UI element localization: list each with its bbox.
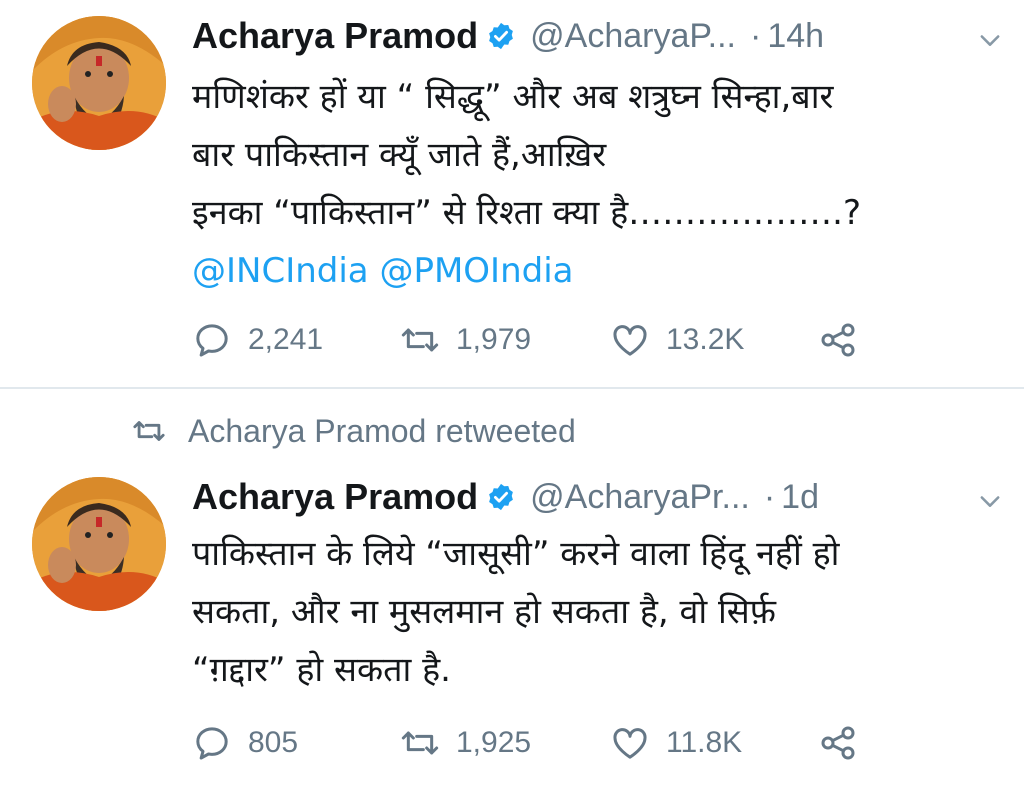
like-button[interactable]: 11.8K <box>610 721 742 765</box>
retweet-count: 1,925 <box>456 726 532 759</box>
verified-badge-icon <box>489 483 513 511</box>
chevron-down-icon[interactable] <box>976 487 1004 515</box>
tweet-actions: 2,241 1,979 13.2K <box>192 318 892 362</box>
reply-button[interactable]: 805 <box>192 721 298 765</box>
author-name[interactable]: Acharya Pramod <box>192 15 478 57</box>
mention-links[interactable]: @INCIndia @PMOIndia <box>192 242 992 300</box>
retweet-icon <box>401 328 439 352</box>
timestamp[interactable]: 1d <box>781 478 819 517</box>
heart-icon <box>613 325 647 356</box>
reply-button[interactable]: 2,241 <box>192 318 323 362</box>
share-icon <box>821 323 855 357</box>
like-count: 13.2K <box>666 323 745 356</box>
like-button[interactable]: 13.2K <box>610 318 744 362</box>
separator-dot: · <box>750 16 762 55</box>
retweet-count: 1,979 <box>456 323 532 356</box>
share-icon <box>821 726 855 760</box>
retweeted-by-label: Acharya Pramod retweeted <box>188 412 576 449</box>
retweet-icon <box>133 421 165 441</box>
tweet-text-line: पाकिस्तान के लिये “जासूसी” करने वाला हिं… <box>192 534 840 574</box>
avatar-image <box>32 16 166 150</box>
tweet-header: Acharya Pramod @AcharyaP... · 14h <box>192 14 1004 58</box>
tweet-text-line: बार पाकिस्तान क्यूँ जाते हैं,आख़िर <box>192 135 607 175</box>
tweet[interactable]: Acharya Pramod @AcharyaP... · 14h मणिशंक… <box>0 0 1024 388</box>
chevron-down-icon[interactable] <box>976 26 1004 54</box>
like-count: 11.8K <box>666 726 743 759</box>
tweet-text: मणिशंकर हों या “ सिद्धू” और अब शत्रुघ्न … <box>192 68 992 300</box>
tweet-text-line: सकता, और ना मुसलमान हो सकता है, वो सिर्फ… <box>192 592 777 632</box>
retweet-icon <box>401 731 439 755</box>
reply-count: 805 <box>248 726 299 759</box>
tweet-text: पाकिस्तान के लिये “जासूसी” करने वाला हिं… <box>192 525 992 699</box>
tweet-text-line: मणिशंकर हों या “ सिद्धू” और अब शत्रुघ्न … <box>192 77 834 117</box>
separator-dot: · <box>763 477 776 516</box>
share-button[interactable] <box>818 318 874 362</box>
reply-icon <box>196 727 228 760</box>
author-handle[interactable]: @AcharyaPr... <box>530 478 750 517</box>
timestamp[interactable]: 14h <box>767 17 824 56</box>
author-name[interactable]: Acharya Pramod <box>192 476 478 518</box>
retweet-button[interactable]: 1,925 <box>400 721 531 765</box>
retweet-context[interactable]: Acharya Pramod retweeted <box>132 409 576 453</box>
tweet-header: Acharya Pramod @AcharyaPr... · 1d <box>192 475 1004 519</box>
tweet-text-line: “ग़द्दार” हो सकता है. <box>192 650 451 690</box>
avatar-image <box>32 477 166 611</box>
avatar[interactable] <box>32 477 166 611</box>
reply-count: 2,241 <box>248 323 324 356</box>
avatar[interactable] <box>32 16 166 150</box>
share-button[interactable] <box>818 721 874 765</box>
tweet[interactable]: Acharya Pramod retweeted Acharya Pramod … <box>0 389 1024 792</box>
reply-icon <box>196 324 228 357</box>
tweet-text-line: इनका “पाकिस्तान” से रिश्ता क्या है………………… <box>192 193 862 233</box>
verified-badge-icon <box>489 22 513 50</box>
retweet-button[interactable]: 1,979 <box>400 318 531 362</box>
tweet-actions: 805 1,925 11.8K <box>192 721 892 765</box>
heart-icon <box>613 728 647 759</box>
author-handle[interactable]: @AcharyaP... <box>530 17 736 56</box>
